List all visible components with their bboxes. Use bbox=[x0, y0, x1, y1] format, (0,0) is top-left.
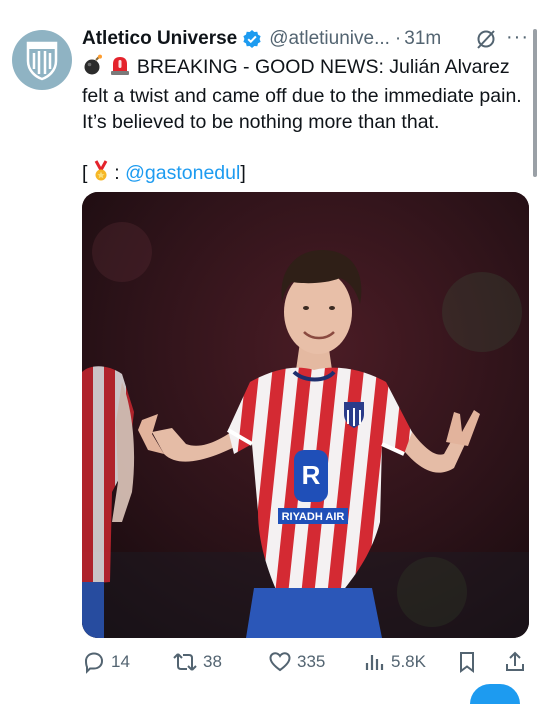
repost-icon bbox=[173, 653, 197, 671]
tweet-header: Atletico Universe @atletiunive... · 31m bbox=[82, 27, 532, 51]
tweet-text: BREAKING - GOOD NEWS: Julián Alvarez fel… bbox=[82, 54, 527, 189]
credit-mention-link[interactable]: @gastonedul bbox=[125, 162, 240, 184]
scrollbar[interactable] bbox=[533, 29, 537, 177]
views-button[interactable]: 5.8K bbox=[364, 648, 426, 676]
sponsor-text: RIYADH AIR bbox=[282, 511, 345, 523]
photo-credit: [ : @gastonedul] bbox=[82, 160, 527, 189]
siren-emoji bbox=[109, 54, 131, 83]
author-name[interactable]: Atletico Universe bbox=[82, 28, 237, 50]
like-button[interactable]: 335 bbox=[268, 648, 325, 676]
bookmark-icon bbox=[460, 652, 474, 673]
svg-text:R: R bbox=[302, 460, 321, 490]
tweet-card[interactable]: Atletico Universe @atletiunive... · 31m … bbox=[0, 0, 540, 704]
reply-count: 14 bbox=[111, 652, 130, 671]
compose-button[interactable] bbox=[470, 684, 520, 704]
like-count: 335 bbox=[297, 652, 326, 671]
medal-emoji bbox=[93, 160, 109, 189]
tweet-timestamp[interactable]: 31m bbox=[404, 28, 441, 50]
bookmark-button[interactable] bbox=[456, 648, 478, 676]
reply-button[interactable]: 14 bbox=[82, 648, 130, 676]
grok-icon[interactable] bbox=[475, 28, 497, 50]
more-options-icon[interactable]: ··· bbox=[506, 26, 529, 49]
views-count: 5.8K bbox=[391, 652, 426, 671]
tweet-actions: 14 38 335 5.8K bbox=[82, 648, 532, 676]
views-icon bbox=[365, 655, 384, 670]
header-separator: · bbox=[394, 28, 402, 49]
repost-count: 38 bbox=[203, 652, 222, 671]
share-icon bbox=[506, 651, 524, 671]
verified-badge-icon bbox=[242, 29, 262, 49]
tweet-photo[interactable]: R RIYADH AIR bbox=[82, 192, 529, 638]
bomb-emoji bbox=[82, 54, 104, 83]
reply-icon bbox=[84, 652, 104, 674]
share-button[interactable] bbox=[504, 648, 526, 676]
avatar[interactable] bbox=[12, 30, 72, 90]
tweet-main-text: BREAKING - GOOD NEWS: Julián Alvarez fel… bbox=[82, 56, 522, 133]
heart-icon bbox=[269, 652, 291, 672]
author-handle[interactable]: @atletiunive... bbox=[269, 28, 390, 50]
repost-button[interactable]: 38 bbox=[172, 648, 222, 676]
atletico-crest-icon bbox=[26, 41, 58, 81]
